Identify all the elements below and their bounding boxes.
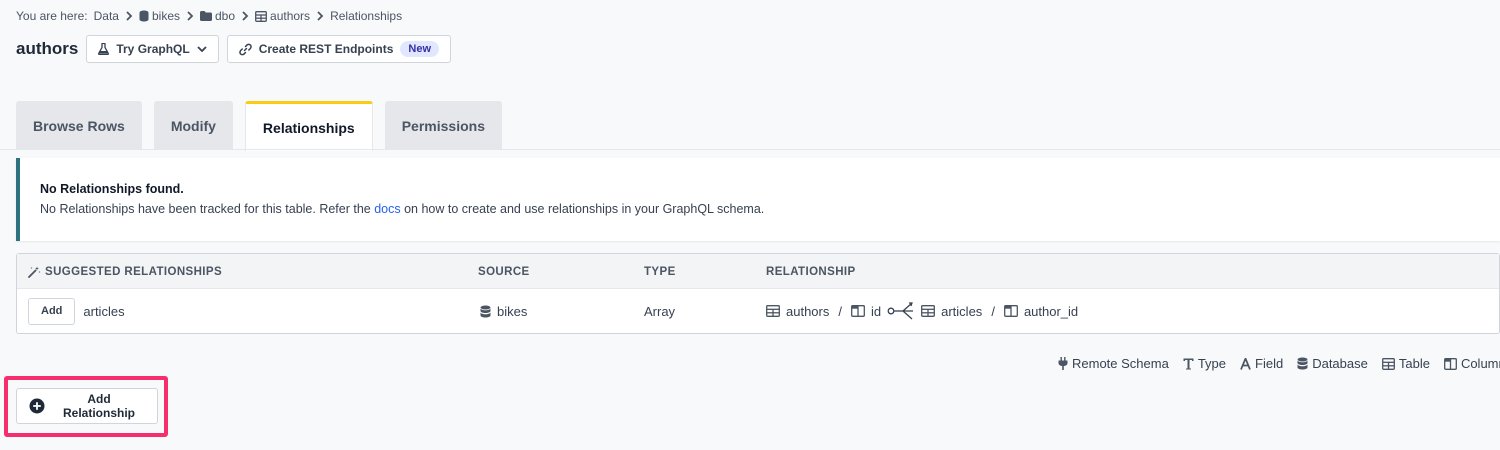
legend-field: Field [1240, 356, 1283, 371]
type-icon [1183, 358, 1194, 370]
database-icon [480, 305, 491, 318]
plus-circle-icon [29, 398, 45, 414]
title-row: authors Try GraphQL Create REST Endpoint… [16, 35, 452, 63]
tab-modify[interactable]: Modify [153, 101, 233, 150]
database-icon [139, 10, 149, 22]
breadcrumb-item-dbo[interactable]: dbo [200, 9, 235, 23]
legend-table: Table [1381, 356, 1430, 371]
breadcrumb-prefix: You are here: [16, 9, 88, 23]
type-value: Array [644, 303, 676, 319]
legend-column: Column [1443, 356, 1500, 371]
column-header-relationship: RELATIONSHIP [766, 265, 856, 278]
icon-legend: Remote Schema Type Field Database Table … [1058, 356, 1500, 371]
create-rest-endpoints-button[interactable]: Create REST Endpoints New [226, 35, 452, 63]
tab-relationships[interactable]: Relationships [244, 101, 373, 151]
chevron-right-icon [125, 11, 133, 21]
magic-wand-icon [28, 266, 41, 278]
add-relationship-button[interactable]: Add Relationship [16, 388, 158, 424]
breadcrumb-item-authors[interactable]: authors [255, 9, 310, 23]
chevron-down-icon [197, 45, 207, 53]
suggested-name: articles [83, 303, 125, 319]
source-value: bikes [497, 303, 528, 319]
table-header: SUGGESTED RELATIONSHIPS SOURCE TYPE RELA… [17, 254, 1499, 289]
link-icon [238, 43, 252, 56]
new-badge: New [400, 41, 440, 57]
column-header-source: SOURCE [478, 265, 530, 278]
chevron-right-icon [316, 11, 324, 21]
tab-permissions[interactable]: Permissions [384, 101, 502, 150]
suggested-name-cell: Add articles [28, 289, 125, 333]
column-icon [1443, 357, 1457, 370]
column-header-type: TYPE [644, 265, 676, 278]
folder-icon [200, 11, 212, 21]
breadcrumb: You are here: Data bikes dbo authors Rel… [16, 9, 402, 23]
breadcrumb-item-bikes[interactable]: bikes [139, 9, 180, 23]
try-graphql-button[interactable]: Try GraphQL [86, 35, 219, 63]
docs-link[interactable]: docs [374, 202, 400, 216]
legend-remote-schema: Remote Schema [1058, 356, 1169, 371]
flask-icon [98, 43, 110, 55]
table-icon [255, 10, 267, 22]
database-icon [1297, 357, 1308, 370]
relationship-cell: authors / id articles / author_id [766, 289, 1078, 333]
alert-message: No Relationships have been tracked for t… [40, 202, 765, 216]
add-suggested-button[interactable]: Add [28, 297, 76, 325]
table-icon [921, 305, 936, 317]
suggested-relationships-table: SUGGESTED RELATIONSHIPS SOURCE TYPE RELA… [16, 253, 1500, 334]
legend-type: Type [1183, 356, 1226, 371]
chevron-right-icon [186, 11, 194, 21]
to-table: articles [941, 303, 983, 319]
tab-bar: Browse Rows Modify Relationships Permiss… [16, 101, 502, 151]
page-title: authors [16, 39, 79, 58]
alert-title: No Relationships found. [40, 182, 184, 196]
legend-database: Database [1297, 356, 1368, 371]
to-column: author_id [1023, 303, 1079, 319]
path-separator: / [991, 303, 995, 319]
type-cell: Array [644, 289, 675, 333]
plug-icon [1058, 357, 1068, 370]
path-separator: / [838, 303, 842, 319]
chevron-right-icon [241, 11, 249, 21]
from-column: id [871, 303, 882, 319]
one-to-many-icon [887, 301, 915, 321]
column-icon [851, 305, 865, 317]
table-icon [766, 305, 780, 317]
source-cell: bikes [480, 289, 527, 333]
field-icon [1240, 357, 1251, 370]
tab-divider [0, 149, 1500, 150]
column-header-suggested: SUGGESTED RELATIONSHIPS [28, 254, 222, 289]
from-table: authors [786, 303, 830, 319]
no-relationships-alert: No Relationships found. No Relationships… [16, 158, 1500, 241]
breadcrumb-item-relationships: Relationships [330, 9, 403, 23]
table-icon [1381, 357, 1395, 370]
column-icon [1003, 305, 1018, 317]
tab-browse-rows[interactable]: Browse Rows [16, 101, 142, 150]
breadcrumb-item-data[interactable]: Data [94, 9, 119, 23]
table-row: Add articles bikes Array authors / id ar… [17, 289, 1499, 333]
